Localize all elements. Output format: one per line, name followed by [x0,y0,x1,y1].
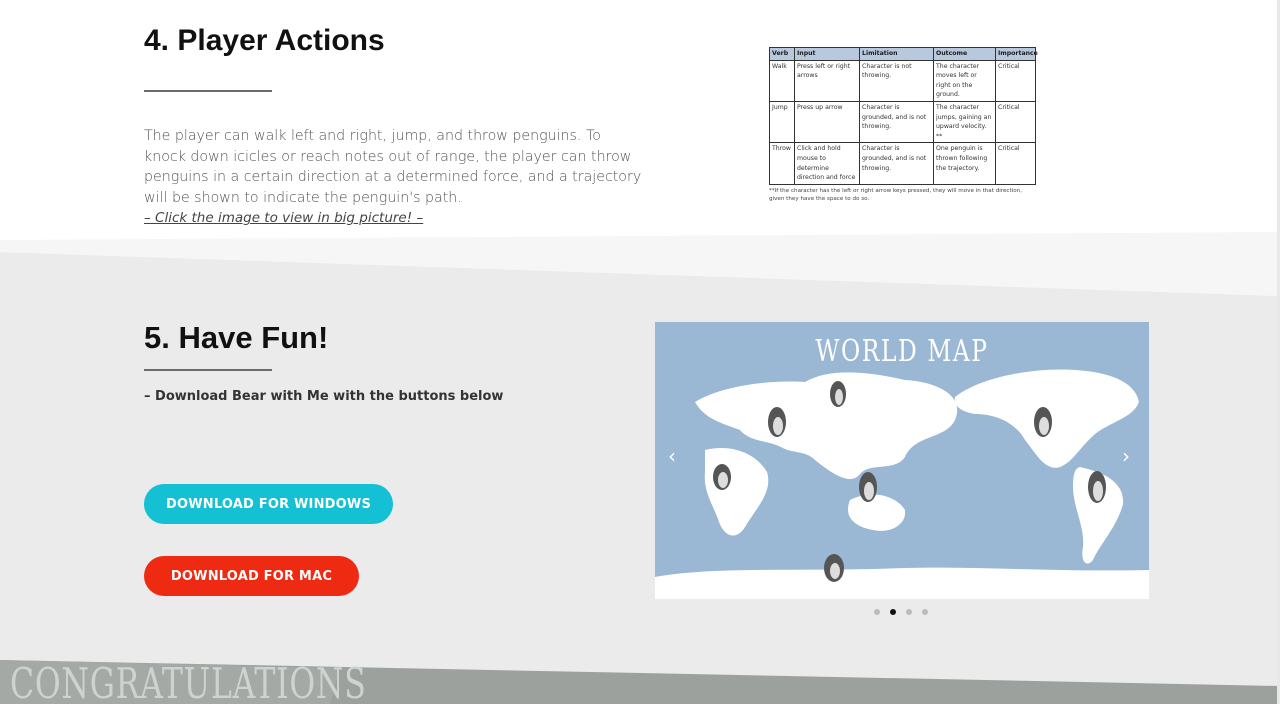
table-header: Verb [769,47,795,61]
have-fun-heading: 5. Have Fun! [144,320,329,355]
download-windows-button[interactable]: DOWNLOAD FOR WINDOWS [144,484,393,524]
table-cell: Character is grounded, and is not throwi… [859,100,934,144]
table-cell: One penguin is thrown following the traj… [933,142,996,185]
table-cell: Character is not throwing. [859,59,934,102]
slider-pagination [874,609,928,615]
table-cell: Critical [995,59,1036,102]
download-mac-button[interactable]: DOWNLOAD FOR MAC [144,556,359,596]
table-cell: Press left or right arrows [794,59,860,102]
table-cell: Critical [995,100,1036,144]
table-header: Limitation [859,47,934,61]
table-cell: The character jumps, gaining an upward v… [933,100,996,144]
player-actions-table-image[interactable]: Verb Input Limitation Outcome Importance… [769,47,1038,203]
slider-dot[interactable] [922,609,928,615]
chevron-left-icon[interactable]: ‹ [668,446,676,466]
table-row: Walk Press left or right arrows Characte… [769,59,1036,102]
table-cell: The character moves left or right on the… [933,59,996,102]
player-actions-paragraph: The player can walk left and right, jump… [144,128,642,206]
slider-dot[interactable] [874,609,880,615]
slider-dot-active[interactable] [890,609,896,615]
heading-divider [144,369,272,371]
table-header: Importance [995,47,1038,61]
table-row: Jump Press up arrow Character is grounde… [769,100,1036,144]
table-header: Outcome [933,47,996,61]
table-cell: Click and hold mouse to determine direct… [794,142,860,185]
table-cell: Press up arrow [794,100,860,144]
view-big-picture-link[interactable]: – Click the image to view in big picture… [144,210,423,226]
table-row: Throw Click and hold mouse to determine … [769,142,1036,185]
table-header: Input [794,47,860,61]
heading-divider [144,90,272,92]
table-cell: Throw [769,142,795,185]
world-map-slide[interactable]: WORLD MAP [655,322,1149,599]
table-cell: Jump [769,100,795,144]
table-cell: Walk [769,59,795,102]
next-section-title: CONGRATULATIONS [10,659,367,708]
table-footnote: **If the character has the left or right… [769,187,1022,202]
slider-dot[interactable] [906,609,912,615]
player-actions-heading: 4. Player Actions [144,24,385,57]
map-title: WORLD MAP [815,334,989,369]
download-subtitle: – Download Bear with Me with the buttons… [144,389,504,404]
table-cell: Character is grounded, and is not throwi… [859,142,934,185]
chevron-right-icon[interactable]: › [1122,446,1130,466]
player-actions-table: Verb Input Limitation Outcome Importance… [769,47,1038,185]
table-cell: Critical [995,142,1036,185]
